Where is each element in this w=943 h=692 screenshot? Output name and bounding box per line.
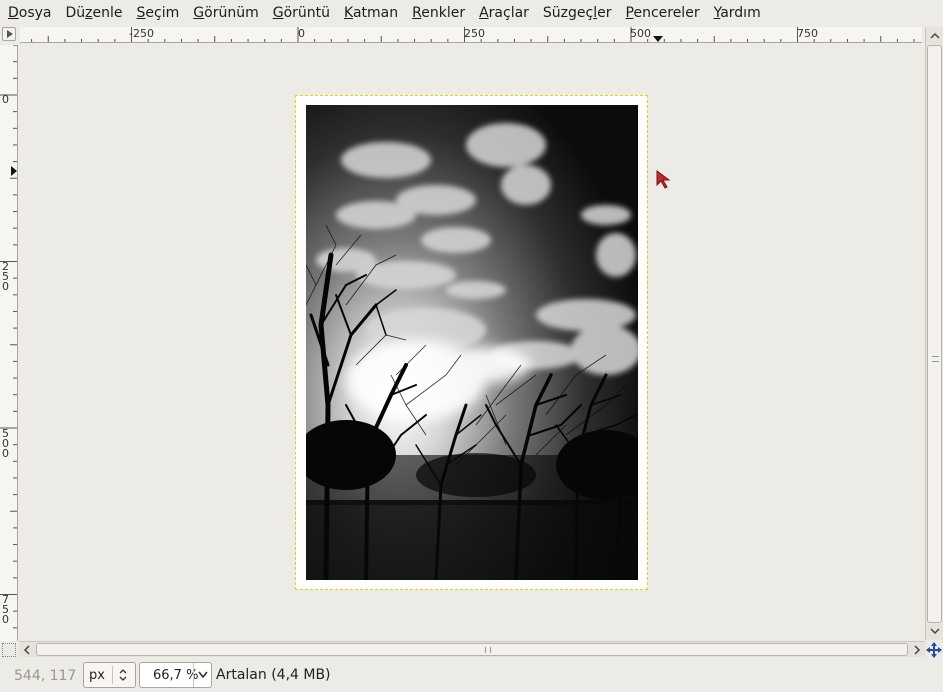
divider: [193, 663, 194, 687]
menu-label-part: er: [597, 5, 612, 21]
vertical-scrollbar[interactable]: [925, 27, 943, 640]
menu-item[interactable]: Görünüm: [193, 0, 258, 26]
menu-label-part: örüntü: [283, 5, 330, 21]
vruler-label: 5 0 0: [2, 427, 9, 460]
unit-value: px: [89, 668, 105, 683]
scroll-down-arrow-icon[interactable]: [927, 623, 943, 639]
statusbar: 544, 117 px 66,7 % Artalan (4,4 MB): [0, 658, 943, 692]
menu-item[interactable]: Katman: [344, 0, 398, 26]
menu-label-part: Dü: [65, 5, 86, 21]
menu-mnemonic: G: [272, 5, 284, 21]
hruler-pointer-marker: [653, 36, 663, 42]
gimp-image-window: Dosya Düzenle Seçim Görünüm Görüntü Katman Ren…: [0, 0, 943, 692]
quick-mask-icon[interactable]: [2, 643, 16, 657]
unit-selector[interactable]: px: [83, 662, 136, 688]
scroll-left-arrow-icon[interactable]: [19, 642, 35, 658]
menu-item[interactable]: Görüntü: [273, 0, 330, 26]
updown-arrows-icon: [119, 669, 127, 681]
menu-label-part: raçlar: [488, 5, 529, 21]
vertical-scroll-thumb[interactable]: [927, 45, 942, 623]
navigate-icon[interactable]: [926, 642, 942, 658]
horizontal-ruler[interactable]: -250 0 250 500 750: [20, 27, 922, 43]
menu-label-part: encereler: [633, 5, 700, 21]
menu-label-part: Süzgeç: [542, 5, 594, 21]
hruler-label: 750: [797, 27, 818, 40]
horizontal-scrollbar[interactable]: [19, 641, 925, 657]
menu-label-part: osya: [18, 5, 52, 21]
divider: [112, 666, 113, 684]
scroll-up-arrow-icon[interactable]: [927, 28, 943, 44]
zoom-combo[interactable]: 66,7 %: [139, 662, 212, 688]
pointer-coordinates: 544, 117: [14, 668, 77, 684]
menu-item[interactable]: Seçim: [137, 0, 180, 26]
menu-label-part: atman: [352, 5, 399, 21]
menu-mnemonic: G: [193, 5, 205, 21]
scroll-right-arrow-icon[interactable]: [909, 642, 925, 658]
hruler-label: 250: [464, 27, 485, 40]
menu-mnemonic: A: [479, 5, 489, 21]
image-menu-button[interactable]: [2, 27, 16, 41]
photo-image: [306, 105, 638, 580]
menu-item[interactable]: Düzenle: [66, 0, 123, 26]
horizontal-scroll-thumb[interactable]: [36, 643, 908, 656]
menu-item[interactable]: Araçlar: [479, 0, 529, 26]
menu-item[interactable]: Renkler: [412, 0, 465, 26]
image-canvas[interactable]: [19, 44, 923, 642]
menu-item[interactable]: Dosya: [8, 0, 52, 26]
menu-mnemonic: K: [344, 5, 353, 21]
menu-mnemonic: z: [85, 5, 93, 21]
menu-label-part: ardım: [720, 5, 761, 21]
menu-mnemonic: D: [8, 5, 19, 21]
vruler-pointer-marker: [11, 166, 17, 176]
hruler-label: 0: [298, 27, 305, 40]
layer-status-text: Artalan (4,4 MB): [216, 667, 331, 683]
zoom-value[interactable]: 66,7 %: [153, 668, 198, 683]
menu-item[interactable]: Pencereler: [626, 0, 700, 26]
mouse-pointer-icon: [656, 170, 671, 189]
menubar: Dosya Düzenle Seçim Görünüm Görüntü Katman Ren…: [0, 0, 943, 26]
menu-arrow-icon: [7, 30, 13, 38]
menu-item[interactable]: Süzgeçler: [543, 0, 612, 26]
scroll-grip: [932, 356, 939, 362]
hruler-label: -250: [129, 27, 154, 40]
menu-label-part: eçim: [145, 5, 180, 21]
menu-label-part: enkler: [421, 5, 466, 21]
vruler-label: 2 5 0: [2, 260, 9, 293]
scroll-grip: [485, 647, 491, 653]
vruler-label: 0: [2, 93, 9, 106]
menu-label-part: örünüm: [204, 5, 259, 21]
menu-mnemonic: R: [412, 5, 422, 21]
vertical-ruler[interactable]: 0 2 5 0 5 0 0 7 5 0: [0, 45, 18, 641]
menu-label-part: enle: [92, 5, 123, 21]
chevron-down-icon[interactable]: [197, 670, 209, 680]
menu-item[interactable]: Yardım: [714, 0, 761, 26]
hruler-label: 500: [630, 27, 651, 40]
vruler-label: 7 5 0: [2, 593, 9, 626]
